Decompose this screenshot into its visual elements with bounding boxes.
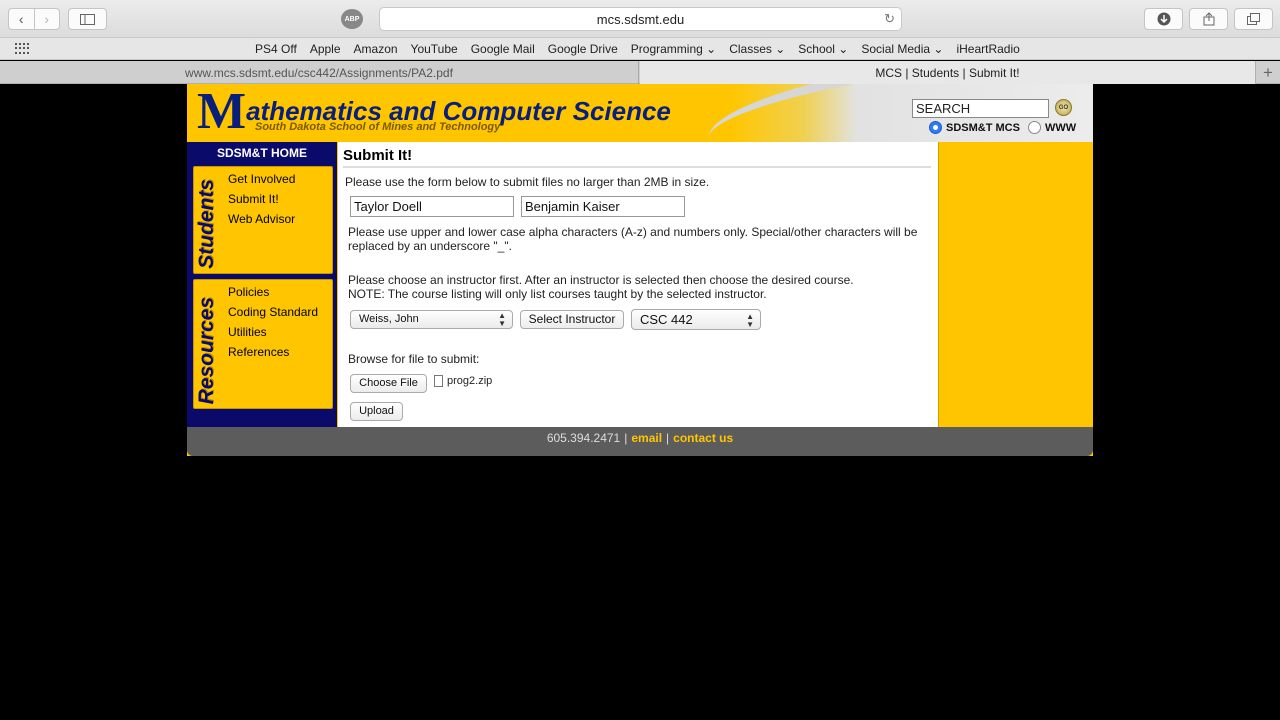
students-panel: Students Get Involved Submit It! Web Adv… [193,166,333,274]
course-select-value: CSC 442 [640,312,693,327]
intro-text: Please use the form below to submit file… [345,175,710,189]
sidebar: SDSM&T HOME Students Get Involved Submit… [187,142,337,427]
grid-icon[interactable] [15,43,30,54]
forward-icon[interactable]: › [33,9,60,29]
bookmark-programming[interactable]: Programming ⌄ [631,42,716,56]
bookmark-ps4-off[interactable]: PS4 Off [255,42,297,56]
main-content: Submit It! Please use the form below to … [338,142,938,427]
name-field-1[interactable]: Taylor Doell [350,196,514,217]
search-scope-radios: SDSM&T MCS WWW [929,121,1076,134]
students-links: Get Involved Submit It! Web Advisor [228,172,295,226]
reload-icon[interactable]: ↻ [884,11,895,27]
address-bar[interactable]: mcs.sdsmt.edu ↻ [379,7,902,31]
link-web-advisor[interactable]: Web Advisor [228,212,295,226]
bookmark-google-drive[interactable]: Google Drive [548,42,618,56]
browse-label: Browse for file to submit: [348,352,480,366]
site-footer: 605.394.2471 | email | contact us [187,427,1093,456]
link-coding-standard[interactable]: Coding Standard [228,305,318,319]
upload-button[interactable]: Upload [350,402,403,421]
logo-subtitle: South Dakota School of Mines and Technol… [255,121,501,133]
instructor-note-2: NOTE: The course listing will only list … [348,287,767,301]
radio-sdsmt-mcs[interactable] [929,121,942,134]
link-utilities[interactable]: Utilities [228,325,318,339]
select-arrows-icon: ▲ ▼ [746,312,754,329]
link-references[interactable]: References [228,345,318,359]
tab-submit-it[interactable]: MCS | Students | Submit It! [640,61,1255,84]
bookmark-social-media[interactable]: Social Media ⌄ [861,42,943,56]
name-field-2[interactable]: Benjamin Kaiser [521,196,685,217]
bookmark-amazon[interactable]: Amazon [354,42,398,56]
bookmark-iheartradio[interactable]: iHeartRadio [956,42,1019,56]
resources-links: Policies Coding Standard Utilities Refer… [228,285,318,359]
bookmark-google-mail[interactable]: Google Mail [471,42,535,56]
page-title: Submit It! [343,147,931,168]
name-note: Please use upper and lower case alpha ch… [348,225,918,253]
share-icon[interactable] [1189,8,1228,30]
radio-label-sdsmt-mcs: SDSM&T MCS [946,121,1020,134]
sidebar-toggle-icon[interactable] [68,8,107,30]
footer-contact-link[interactable]: contact us [673,431,733,456]
tabs-overview-icon[interactable] [1234,8,1273,30]
students-label: Students [195,179,218,269]
course-select[interactable]: CSC 442 ▲ ▼ [631,309,761,330]
sdsmt-home-link[interactable]: SDSM&T HOME [187,146,337,160]
link-policies[interactable]: Policies [228,285,318,299]
file-name-text: prog2.zip [447,375,493,387]
downloads-icon[interactable] [1144,8,1183,30]
bookmark-school[interactable]: School ⌄ [798,42,848,56]
back-icon[interactable]: ‹ [9,9,34,29]
bookmark-apple[interactable]: Apple [310,42,341,56]
logo-m: M [197,84,246,140]
search-go-button[interactable]: GO [1055,99,1072,116]
link-submit-it[interactable]: Submit It! [228,192,295,206]
instructor-select-value: Weiss, John [359,313,419,325]
selected-file: prog2.zip [434,375,492,387]
bookmark-list: PS4 Off Apple Amazon YouTube Google Mail… [255,42,1020,56]
adblock-icon[interactable]: ABP [341,9,363,29]
tab-bar: www.mcs.sdsmt.edu/csc442/Assignments/PA2… [0,61,1280,84]
web-page: M athematics and Computer Science South … [187,84,1093,456]
address-text: mcs.sdsmt.edu [596,11,685,27]
footer-separator-2: | [666,431,670,445]
search-input[interactable]: SEARCH [912,99,1049,118]
footer-separator-1: | [624,431,628,445]
bookmark-classes[interactable]: Classes ⌄ [729,42,785,56]
site-banner: M athematics and Computer Science South … [187,84,1093,142]
bookmark-youtube[interactable]: YouTube [411,42,458,56]
resources-label: Resources [195,296,218,404]
tab-pdf[interactable]: www.mcs.sdsmt.edu/csc442/Assignments/PA2… [0,61,639,84]
instructor-select[interactable]: Weiss, John ▲ ▼ [350,310,513,329]
radio-label-www: WWW [1044,121,1077,134]
select-arrows-icon: ▲ ▼ [498,311,506,328]
bookmarks-bar: PS4 Off Apple Amazon YouTube Google Mail… [0,38,1280,60]
footer-email-link[interactable]: email [631,431,662,456]
radio-www[interactable] [1027,121,1041,134]
choose-file-button[interactable]: Choose File [350,374,427,393]
file-icon [434,375,443,387]
footer-phone: 605.394.2471 [546,431,621,445]
nav-buttons: ‹ › [8,8,60,30]
new-tab-icon[interactable]: + [1255,61,1280,84]
select-instructor-button[interactable]: Select Instructor [520,310,624,329]
link-get-involved[interactable]: Get Involved [228,172,295,186]
browser-toolbar: ‹ › ABP mcs.sdsmt.edu ↻ [0,0,1280,38]
resources-panel: Resources Policies Coding Standard Utili… [193,279,333,409]
instructor-note-1: Please choose an instructor first. After… [348,273,854,287]
right-column [938,142,1093,427]
